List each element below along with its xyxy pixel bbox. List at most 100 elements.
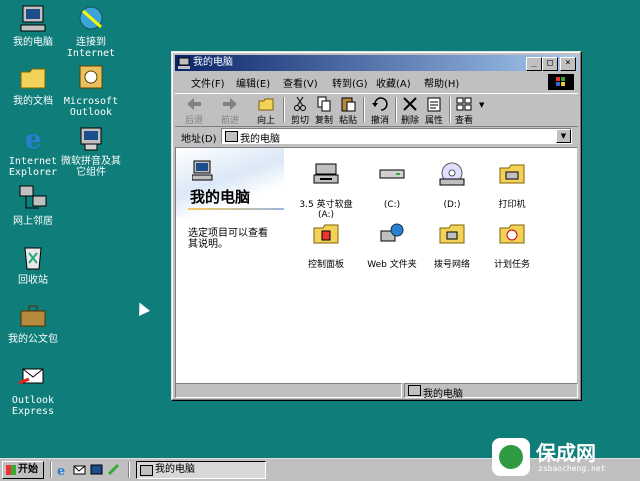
desktop-icon-my-documents[interactable]: 我的文档 xyxy=(0,62,66,107)
item-control-panel[interactable]: 控制面板 xyxy=(294,212,358,270)
item-scheduled-tasks[interactable]: 计划任务 xyxy=(480,212,544,270)
channels-quicklaunch-icon[interactable] xyxy=(107,463,120,476)
back-button[interactable]: 后退 xyxy=(181,96,207,126)
item-dial-up[interactable]: 拨号网络 xyxy=(420,212,484,270)
address-dropdown-button[interactable]: ▼ xyxy=(556,129,571,143)
address-input[interactable]: 我的电脑 ▼ xyxy=(221,128,572,145)
desktop-icon-network[interactable]: 网上邻居 xyxy=(0,182,66,227)
menu-view[interactable]: 查看(V) xyxy=(283,75,318,90)
show-desktop-quicklaunch-icon[interactable] xyxy=(90,463,103,476)
start-button[interactable]: 开始 xyxy=(2,461,44,479)
minimize-button[interactable]: _ xyxy=(526,57,542,71)
desktop-icon-connect-internet[interactable]: 连接到 Internet xyxy=(58,3,124,59)
back-arrow-icon xyxy=(185,96,203,112)
item-label: 拨号网络 xyxy=(433,260,470,270)
desktop-icon-recycle[interactable]: 回收站 xyxy=(0,241,66,286)
briefcase-icon xyxy=(17,300,49,332)
forward-arrow-icon xyxy=(221,96,239,112)
item-label: 计划任务 xyxy=(493,260,530,270)
paste-button[interactable]: 粘贴 xyxy=(335,96,361,126)
views-dropdown-arrow-icon[interactable]: ▼ xyxy=(479,101,484,109)
toolbar-label: 删除 xyxy=(400,116,419,126)
computer-icon xyxy=(178,57,190,69)
item-label: 控制面板 xyxy=(307,260,344,270)
copy-button[interactable]: 复制 xyxy=(311,96,337,126)
desktop-icon-ie[interactable]: e Internet Explorer xyxy=(0,122,66,178)
paste-icon xyxy=(339,96,357,112)
toolbar-label: 撤消 xyxy=(370,116,389,126)
delete-button[interactable]: 删除 xyxy=(397,96,423,126)
toolbar-label: 查看 xyxy=(454,116,473,126)
scissors-icon xyxy=(291,96,309,112)
ie-quicklaunch-icon[interactable]: e xyxy=(56,463,69,479)
item-drive-d[interactable]: (D:) xyxy=(420,152,484,210)
copy-icon xyxy=(315,96,333,112)
toolbar-label: 前进 xyxy=(220,116,239,126)
svg-text:e: e xyxy=(25,125,42,154)
computer-icon xyxy=(140,465,153,476)
cd-rom-icon xyxy=(438,162,466,186)
dial-up-networking-icon xyxy=(438,222,466,246)
hard-drive-icon xyxy=(378,162,406,186)
forward-button[interactable]: 前进 xyxy=(217,96,243,126)
desktop-icon-label: Internet Explorer xyxy=(8,156,58,178)
web-view-panel: 我的电脑 选定项目可以查看 其说明。 xyxy=(176,148,284,383)
item-drive-c[interactable]: (C:) xyxy=(360,152,424,210)
cut-button[interactable]: 剪切 xyxy=(287,96,313,126)
floppy-drive-icon xyxy=(312,162,340,186)
internet-connect-icon xyxy=(75,3,107,35)
desktop-icon-my-computer[interactable]: 我的电脑 xyxy=(0,3,66,48)
item-web-folders[interactable]: Web 文件夹 xyxy=(360,212,424,270)
undo-button[interactable]: 撤消 xyxy=(367,96,393,126)
recycle-bin-icon xyxy=(17,241,49,273)
watermark-title: 保成网 xyxy=(536,441,596,465)
control-panel-icon xyxy=(312,222,340,246)
menu-edit[interactable]: 编辑(E) xyxy=(236,75,270,90)
taskbar-separator xyxy=(50,462,52,478)
my-computer-window[interactable]: 我的电脑 _ □ × 文件(F) 编辑(E) 查看(V) 转到(G) 收藏(A)… xyxy=(171,51,582,401)
views-button[interactable]: 查看 xyxy=(451,96,477,126)
computer-icon xyxy=(225,131,238,142)
maximize-button[interactable]: □ xyxy=(542,57,558,71)
ime-setup-icon xyxy=(75,122,107,154)
item-floppy-a[interactable]: 3.5 英寸软盘 (A:) xyxy=(294,152,358,220)
properties-button[interactable]: 属性 xyxy=(421,96,447,126)
menu-file[interactable]: 文件(F) xyxy=(191,75,225,90)
internet-explorer-icon: e xyxy=(17,122,49,155)
desktop-icon-label: 我的公文包 xyxy=(8,334,58,345)
item-printers[interactable]: 打印机 xyxy=(480,152,544,210)
computer-icon xyxy=(191,160,214,182)
toolbar-label: 属性 xyxy=(424,116,443,126)
item-label: (C:) xyxy=(383,200,401,210)
desktop-icon-ime[interactable]: 微软拼音及其 它组件 xyxy=(58,122,124,178)
desktop-icon-label: 我的文档 xyxy=(13,96,53,107)
outlook-icon xyxy=(75,62,107,94)
desktop-icon-label: 我的电脑 xyxy=(13,37,53,48)
outlook-express-quicklaunch-icon[interactable] xyxy=(73,463,86,476)
up-button[interactable]: 向上 xyxy=(253,96,279,126)
desktop-icon-briefcase[interactable]: 我的公文包 xyxy=(0,300,66,345)
desktop-icon-outlook-express[interactable]: Outlook Express xyxy=(0,361,66,417)
menu-help[interactable]: 帮助(H) xyxy=(424,75,459,90)
network-neighborhood-icon xyxy=(17,182,49,214)
taskbar-button-my-computer[interactable]: 我的电脑 xyxy=(136,461,266,479)
panel-divider xyxy=(188,208,284,210)
up-folder-icon xyxy=(257,96,275,112)
menu-favorites[interactable]: 收藏(A) xyxy=(376,75,411,90)
desktop-icon-label: 回收站 xyxy=(18,275,48,286)
svg-text:e: e xyxy=(57,464,65,476)
window-title: 我的电脑 xyxy=(193,57,233,68)
toolbar-label: 粘贴 xyxy=(338,116,357,126)
status-cell xyxy=(175,383,402,398)
menu-bar: 文件(F) 编辑(E) 查看(V) 转到(G) 收藏(A) 帮助(H) xyxy=(175,73,578,91)
address-bar: 地址(D) 我的电脑 ▼ xyxy=(175,127,578,145)
desktop-icon-label: Outlook Express xyxy=(11,395,55,417)
title-bar[interactable]: 我的电脑 _ □ × xyxy=(175,55,578,71)
scheduled-tasks-icon xyxy=(498,222,526,246)
desktop-icon-outlook[interactable]: Microsoft Outlook xyxy=(58,62,124,118)
desktop-icon-label: 连接到 Internet xyxy=(66,37,116,59)
menu-go[interactable]: 转到(G) xyxy=(332,75,368,90)
content-area[interactable]: 我的电脑 选定项目可以查看 其说明。 3.5 英寸软盘 (A:) (C:) (D… xyxy=(175,147,577,383)
desktop-icon-label: 网上邻居 xyxy=(13,216,53,227)
close-button[interactable]: × xyxy=(560,57,576,71)
